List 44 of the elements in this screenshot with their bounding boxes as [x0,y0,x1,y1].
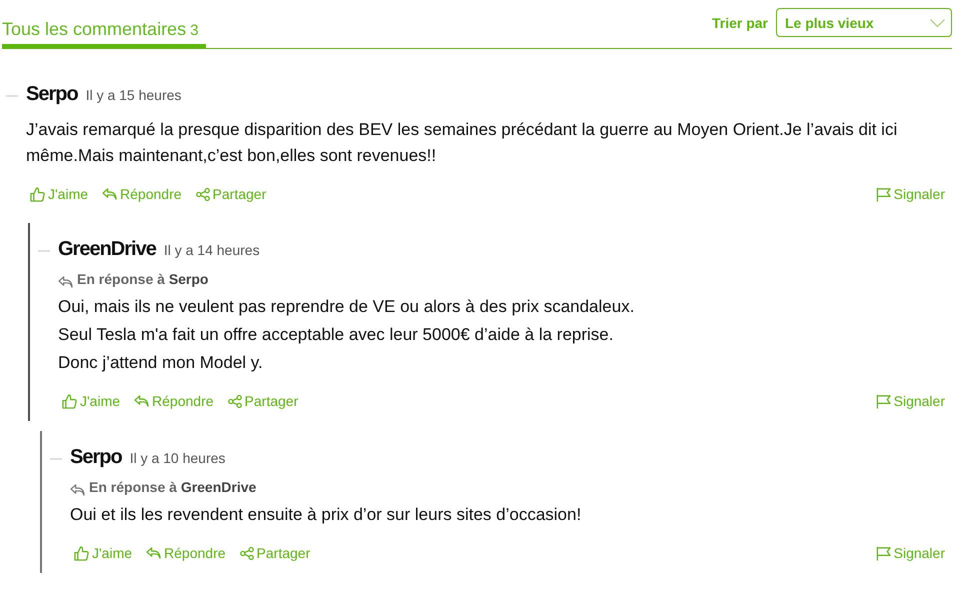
thumbs-up-icon [74,546,89,560]
share-button[interactable]: Partager [240,545,310,561]
comment-text: Donc j’attend mon Model y. [58,352,264,374]
report-button[interactable]: Signaler [876,545,945,561]
reply-to-label: En réponse à Serpo [77,271,208,287]
reply-arrow-icon [146,547,162,559]
reply-arrow-icon [58,276,73,288]
comment-text: J’avais remarqué la presque disparition des BEV les semaines précédant la guerre au Moyen Orient.Je l’avais dit ici même.Mais maintenant,c’est bon,elles sont revenues!! [26,119,898,167]
comment-time: Il y a 10 heures [130,450,226,466]
comment-time: Il y a 15 heures [86,87,182,103]
reply-to-label: En réponse à GreenDrive [89,479,256,495]
reply-button[interactable]: Répondre [134,393,214,409]
share-icon [196,188,210,200]
share-icon [228,394,242,408]
report-button[interactable]: Signaler [876,393,945,409]
thumbs-up-icon [62,394,77,408]
sort-label: Trier par [712,14,768,30]
like-button[interactable]: J'aime [62,393,120,409]
reply-button[interactable]: Répondre [146,545,226,561]
comment-count: 3 [190,22,198,38]
flag-icon [876,394,891,408]
comment-text: Oui et ils les revendent ensuite à prix d’or sur leurs sites d’occasion! [70,504,582,526]
report-button[interactable]: Signaler [876,186,945,202]
flag-icon [876,186,891,202]
author-name: GreenDrive [58,237,156,262]
comments-tab[interactable]: Tous les commentaires 3 [2,0,206,48]
reply-arrow-icon [134,395,150,407]
reply-button[interactable]: Répondre [102,186,182,202]
share-button[interactable]: Partager [228,393,298,409]
reply-arrow-icon [102,188,118,200]
like-button[interactable]: J'aime [30,186,88,202]
comment-text: Oui, mais ils ne veulent pas reprendre de VE ou alors à des prix scandaleux. [58,296,636,318]
caret-icon [930,18,945,26]
author-name: Serpo [26,82,78,107]
flag-icon [876,546,891,560]
reply-arrow-icon [70,484,85,496]
like-button[interactable]: J'aime [74,545,132,561]
share-icon [240,546,254,560]
comment-text: Seul Tesla m'a fait un offre acceptable avec leur 5000€ d’aide à la reprise. [58,324,614,346]
thumbs-up-icon [30,186,45,202]
comment-time: Il y a 14 heures [164,242,260,258]
sort-dropdown[interactable]: Le plus vieux [776,8,952,37]
share-button[interactable]: Partager [196,186,266,202]
author-name: Serpo [70,445,122,470]
